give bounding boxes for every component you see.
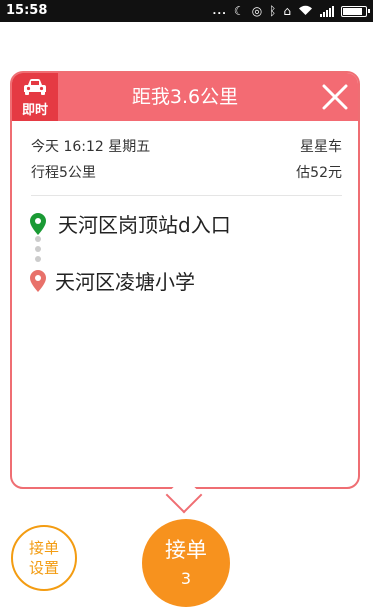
vibrate-icon: ⌂ (283, 4, 291, 18)
distance-title: 距我3.6公里 (131, 86, 239, 108)
signal-icon (320, 5, 334, 17)
accept-order-button[interactable]: 接单 3 (142, 519, 230, 607)
moon-icon: ☾ (233, 4, 245, 18)
card-header: 即时 距我3.6公里 (12, 73, 358, 121)
instant-badge: 即时 (12, 73, 58, 121)
settings-label-line2: 设置 (28, 559, 59, 577)
settings-label-line1: 接单 (28, 539, 59, 557)
route-dots (35, 236, 41, 266)
card-pointer (165, 476, 203, 514)
status-bar: 15:58 ... ☾ ◎ ᛒ ⌂ (0, 0, 373, 22)
car-type: 星星车 (300, 139, 342, 155)
order-datetime: 今天 16:12 星期五 (31, 139, 151, 155)
notification-dots: ... (212, 5, 227, 17)
estimated-price: 估52元 (296, 165, 342, 181)
status-icons: ... ☾ ◎ ᛒ ⌂ (212, 3, 370, 19)
divider (31, 195, 342, 196)
battery-icon (341, 5, 370, 17)
destination-pin-icon (30, 269, 46, 292)
destination-stop: 天河区凌塘小学 (30, 266, 195, 295)
origin-address: 天河区岗顶站d入口 (58, 213, 231, 237)
info-row-time: 今天 16:12 星期五 星星车 (31, 136, 342, 156)
origin-stop: 天河区岗顶站d入口 (30, 209, 231, 238)
info-row-trip: 行程5公里 估52元 (31, 162, 342, 182)
accept-label: 接单 (165, 538, 207, 562)
accept-count: 3 (180, 569, 192, 588)
order-card: 即时 距我3.6公里 今天 16:12 星期五 星星车 行程5公里 估52元 天… (10, 71, 360, 514)
trip-distance: 行程5公里 (31, 165, 96, 181)
order-settings-button[interactable]: 接单 设置 (11, 525, 77, 591)
status-time: 15:58 (6, 3, 48, 18)
car-icon (24, 79, 46, 95)
destination-address: 天河区凌塘小学 (55, 270, 195, 294)
close-icon (322, 84, 348, 110)
origin-pin-icon (30, 212, 46, 235)
instant-label: 即时 (21, 103, 48, 118)
wifi-icon (298, 4, 313, 19)
close-button[interactable] (322, 84, 348, 110)
bluetooth-icon: ᛒ (269, 4, 277, 18)
ring-icon: ◎ (251, 4, 263, 18)
